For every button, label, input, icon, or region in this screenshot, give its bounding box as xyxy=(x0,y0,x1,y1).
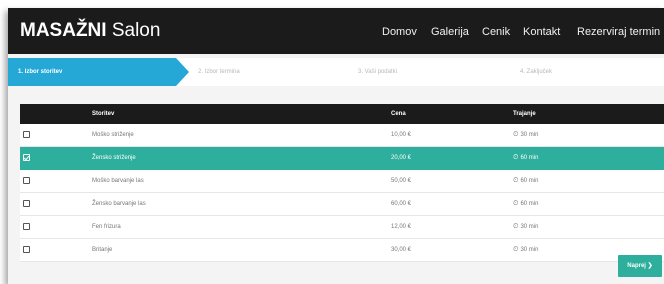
clock-icon: ⏲ xyxy=(513,131,519,138)
table-row[interactable]: Fen frizura 12,00 € ⏲ 30 min xyxy=(20,216,664,239)
service-name: Fen frizura xyxy=(92,224,121,230)
service-duration-value: 60 min xyxy=(520,155,539,161)
nav-link-rezerviraj[interactable]: Rezerviraj termin ❯ xyxy=(577,26,664,38)
table-row[interactable]: Žensko barvanje las 60,00 € ⏲ 60 min xyxy=(20,193,664,216)
step-4-zakljucek: 4. Zaključek xyxy=(520,69,553,75)
brand-bold-text: MASAŽNI xyxy=(20,20,107,41)
row-checkbox[interactable] xyxy=(23,246,30,253)
clock-icon: ⏲ xyxy=(513,154,519,161)
column-header-storitev: Storitev xyxy=(92,111,115,117)
service-price: 50,00 € xyxy=(391,178,412,184)
nav-link-cenik[interactable]: Cenik xyxy=(482,26,510,38)
service-duration: ⏲ 30 min xyxy=(513,124,538,146)
service-price: 60,00 € xyxy=(391,201,412,207)
next-button[interactable]: Naprej ❯ xyxy=(618,255,662,277)
services-table: Storitev Cena Trajanje Moško striženje 1… xyxy=(20,104,664,262)
table-header: Storitev Cena Trajanje xyxy=(20,104,664,124)
service-duration-value: 60 min xyxy=(520,201,539,207)
table-row[interactable]: Moško striženje 10,00 € ⏲ 30 min xyxy=(20,124,664,147)
service-price: 20,00 € xyxy=(391,155,412,161)
nav-link-galerija[interactable]: Galerija xyxy=(431,26,469,38)
nav-link-rezerviraj-label: Rezerviraj termin xyxy=(577,26,661,38)
service-duration: ⏲ 60 min xyxy=(513,170,538,192)
service-name: Britanje xyxy=(92,247,113,253)
column-header-cena: Cena xyxy=(391,111,406,117)
service-duration: ⏲ 30 min xyxy=(513,216,538,238)
clock-icon: ⏲ xyxy=(513,246,519,253)
row-checkbox[interactable] xyxy=(23,177,30,184)
column-header-trajanje: Trajanje xyxy=(513,111,536,117)
row-checkbox-checked[interactable] xyxy=(23,154,30,161)
service-price: 10,00 € xyxy=(391,132,412,138)
row-checkbox[interactable] xyxy=(23,200,30,207)
service-price: 12,00 € xyxy=(391,224,412,230)
step-1-izbor-storitev[interactable]: 1. Izbor storitev xyxy=(8,58,176,86)
service-duration: ⏲ 60 min xyxy=(513,193,538,215)
brand-light-text: Salon xyxy=(111,20,161,41)
next-button-label: Naprej xyxy=(627,263,646,269)
row-checkbox[interactable] xyxy=(23,223,30,230)
service-name: Moško barvanje las xyxy=(92,178,144,184)
service-name: Moško striženje xyxy=(92,132,134,138)
service-duration: ⏲ 60 min xyxy=(513,147,538,169)
booking-steps: 1. Izbor storitev 2. Izbor termina 3. Va… xyxy=(8,58,664,86)
service-name: Žensko barvanje las xyxy=(92,201,146,207)
table-row-selected[interactable]: Žensko striženje 20,00 € ⏲ 60 min xyxy=(20,147,664,170)
brand-logo[interactable]: MASAŽNI Salon xyxy=(20,21,160,41)
chevron-right-icon: ❯ xyxy=(647,263,653,269)
nav-link-domov[interactable]: Domov xyxy=(382,26,417,38)
service-duration-value: 60 min xyxy=(520,178,539,184)
app-window: MASAŽNI Salon Domov Galerija Cenik Konta… xyxy=(8,8,664,284)
clock-icon: ⏲ xyxy=(513,177,519,184)
service-duration-value: 30 min xyxy=(520,132,539,138)
step-2-izbor-termina: 2. Izbor termina xyxy=(198,69,240,75)
step-active-arrow xyxy=(176,58,189,86)
clock-icon: ⏲ xyxy=(513,223,519,230)
step-3-vasi-podatki: 3. Vaši podatki xyxy=(358,69,397,75)
row-checkbox[interactable] xyxy=(23,131,30,138)
clock-icon: ⏲ xyxy=(513,200,519,207)
table-row[interactable]: Moško barvanje las 50,00 € ⏲ 60 min xyxy=(20,170,664,193)
service-price: 30,00 € xyxy=(391,247,412,253)
top-navbar: MASAŽNI Salon Domov Galerija Cenik Konta… xyxy=(8,8,664,54)
table-row[interactable]: Britanje 30,00 € ⏲ 30 min xyxy=(20,239,664,262)
nav-link-kontakt[interactable]: Kontakt xyxy=(523,26,560,38)
service-duration: ⏲ 30 min xyxy=(513,239,538,261)
service-duration-value: 30 min xyxy=(520,224,539,230)
service-name: Žensko striženje xyxy=(92,155,136,161)
service-duration-value: 30 min xyxy=(520,247,539,253)
